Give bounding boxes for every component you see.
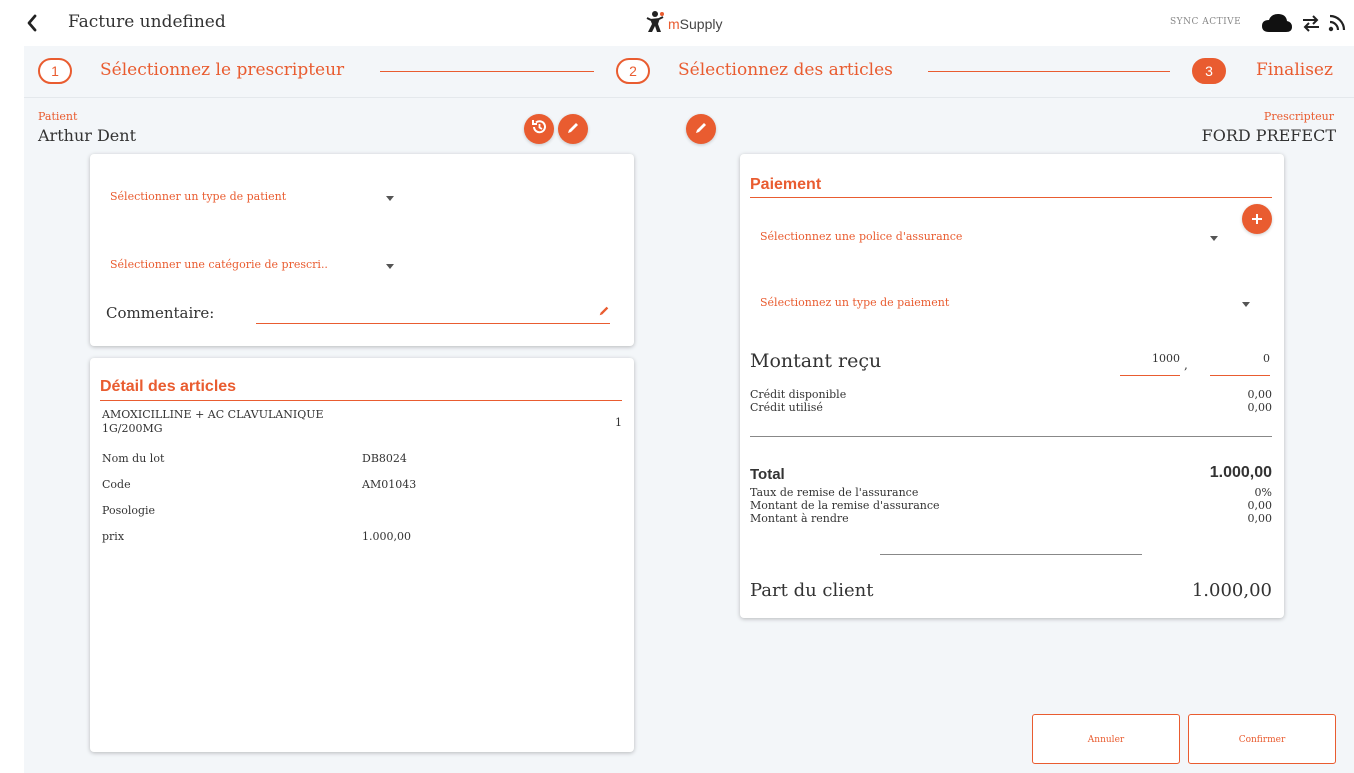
divider [750, 436, 1272, 437]
edit-patient-button[interactable] [558, 114, 588, 144]
prescriber-name: FORD PREFECT [1201, 126, 1336, 145]
brand-logo: mSupply [646, 10, 722, 38]
back-arrow-icon[interactable] [24, 12, 42, 34]
history-icon [530, 118, 548, 140]
change-label: Montant à rendre [750, 512, 849, 525]
batch-value: DB8024 [362, 452, 407, 465]
prescription-category-select[interactable]: Sélectionner une catégorie de prescri.. [110, 258, 328, 271]
client-share-value: 1.000,00 [1191, 580, 1272, 601]
patient-details-card: Sélectionner un type de patient Sélectio… [90, 154, 634, 346]
item-strength: 1G/200MG [102, 422, 163, 435]
total-value: 1.000,00 [1209, 464, 1272, 481]
patient-history-button[interactable] [524, 114, 554, 144]
divider [880, 554, 1142, 555]
insurance-discount-amount-label: Montant de la remise d'assurance [750, 499, 940, 512]
insurance-discount-amount-value: 0,00 [1247, 499, 1273, 512]
insurance-discount-rate-label: Taux de remise de l'assurance [750, 486, 919, 499]
patient-name: Arthur Dent [38, 126, 137, 145]
chevron-down-icon[interactable] [386, 196, 394, 201]
batch-label: Nom du lot [102, 452, 165, 465]
pencil-icon [566, 120, 580, 139]
amount-received-label: Montant reçu [750, 350, 882, 372]
brand-name: mSupply [668, 16, 723, 32]
chevron-down-icon[interactable] [1210, 236, 1218, 241]
item-name: AMOXICILLINE + AC CLAVULANIQUE [102, 408, 324, 421]
step-connector [380, 71, 594, 72]
item-details-card: Détail des articles AMOXICILLINE + AC CL… [90, 358, 634, 752]
comment-input[interactable] [256, 304, 610, 324]
amount-whole-input[interactable]: 1000 [1120, 352, 1180, 376]
chevron-down-icon[interactable] [386, 264, 394, 269]
item-quantity: 1 [615, 416, 622, 429]
change-value: 0,00 [1247, 512, 1273, 525]
connection-feed-icon[interactable] [1328, 14, 1346, 36]
add-insurance-button[interactable] [1242, 204, 1272, 234]
cloud-icon[interactable] [1260, 12, 1294, 38]
credit-used-value: 0,00 [1247, 401, 1273, 414]
cancel-button[interactable]: Annuler [1032, 714, 1180, 764]
plus-icon [1251, 210, 1263, 229]
step-1-number[interactable]: 1 [38, 58, 72, 84]
step-1-label[interactable]: Sélectionnez le prescripteur [100, 60, 344, 80]
payment-type-select[interactable]: Sélectionnez un type de paiement [760, 296, 949, 309]
insurance-policy-select[interactable]: Sélectionnez une police d'assurance [760, 230, 962, 243]
sync-arrows-icon[interactable] [1301, 14, 1321, 36]
step-connector [928, 71, 1170, 72]
price-label: prix [102, 530, 125, 543]
payment-title: Paiement [750, 176, 822, 193]
confirm-button[interactable]: Confirmer [1188, 714, 1336, 764]
client-share-label: Part du client [750, 580, 874, 601]
page-title: Facture undefined [68, 12, 226, 32]
top-bar: Facture undefined mSupply SYNC ACTIVE [0, 0, 1354, 46]
step-2-label[interactable]: Sélectionnez des articles [678, 60, 893, 80]
step-2-number[interactable]: 2 [616, 58, 650, 84]
pencil-icon [694, 120, 708, 139]
credit-available-value: 0,00 [1247, 388, 1273, 401]
prescriber-label: Prescripteur [1263, 110, 1334, 123]
divider [750, 197, 1272, 198]
patient-label: Patient [38, 110, 78, 123]
sync-status: SYNC ACTIVE [1170, 17, 1242, 27]
amount-decimal-input[interactable]: 0 [1210, 352, 1270, 376]
total-label: Total [750, 466, 785, 483]
credit-available-label: Crédit disponible [750, 388, 847, 401]
credit-used-label: Crédit utilisé [750, 401, 823, 414]
comment-label: Commentaire: [106, 304, 215, 322]
item-details-title: Détail des articles [100, 378, 237, 395]
price-value: 1.000,00 [362, 530, 411, 543]
code-label: Code [102, 478, 131, 491]
edit-prescriber-button[interactable] [686, 114, 716, 144]
decimal-separator: , [1184, 358, 1188, 372]
pencil-icon [598, 302, 610, 321]
msupply-mascot-icon [646, 10, 664, 38]
main-content: Patient Arthur Dent Prescripteur FORD PR… [24, 98, 1354, 773]
step-3-number[interactable]: 3 [1192, 58, 1226, 84]
dosage-label: Posologie [102, 504, 156, 517]
step-3-label[interactable]: Finalisez [1256, 60, 1333, 80]
divider [100, 400, 622, 401]
code-value: AM01043 [362, 478, 417, 491]
payment-card: Paiement Sélectionnez une police d'assur… [740, 154, 1284, 618]
stepper: 1 Sélectionnez le prescripteur 2 Sélecti… [24, 46, 1354, 98]
patient-type-select[interactable]: Sélectionner un type de patient [110, 190, 286, 203]
insurance-discount-rate-value: 0% [1254, 486, 1272, 499]
chevron-down-icon[interactable] [1242, 302, 1250, 307]
